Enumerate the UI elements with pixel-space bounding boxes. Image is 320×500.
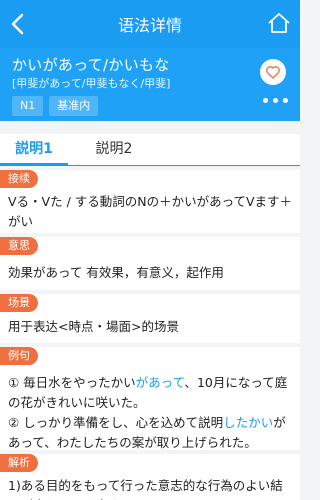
tab-explanation-2[interactable]: 説明2 [80,134,148,166]
examples-section: 例句 ① 毎日水をやったかいがあって、10月になって庭の花がきれいに咲いた。 ②… [0,347,300,450]
favorite-button[interactable] [260,59,286,85]
level-tag: N1 [12,96,44,116]
grammar-variants: [甲斐があって/甲斐もなく/甲斐] [12,77,171,90]
scene-label: 场景 [0,294,38,312]
scene-text: 用于表达<時点・場面>的场景 [8,319,179,334]
example-list: ① 毎日水をやったかいがあって、10月になって庭の花がきれいに咲いた。 ② しっ… [8,373,294,453]
example-sentence: ① 毎日水をやったかいがあって、10月になって庭の花がきれいに咲いた。 [8,375,288,410]
grammar-title: かいがあって/かいもな [12,56,170,74]
connection-section: 接续 Vる・Vた / する動詞のNの＋かいがあってVます＋がい [0,170,300,233]
tag-list: N1 基准内 [12,96,99,116]
meaning-label: 意思 [0,237,38,255]
grammar-header: かいがあって/かいもな [甲斐があって/甲斐もなく/甲斐] N1 基准内 [0,48,300,121]
heart-icon [266,66,280,79]
examples-label: 例句 [0,347,38,365]
home-icon[interactable] [266,10,292,36]
meaning-section: 意思 効果があって 有效果，有意义，起作用 [0,237,300,290]
tab-bar: 説明1 説明2 [0,134,300,166]
analysis-section: 解析 1)ある目的をもって行った意志的な行為のよい結果が出たことを表す。 [0,454,300,500]
top-bar: 语法详情 [0,0,300,48]
analysis-label: 解析 [0,454,38,472]
connection-text: Vる・Vた / する動詞のNの＋かいがあってVます＋がい [8,194,293,229]
connection-label: 接续 [0,170,38,188]
scene-section: 场景 用于表达<時点・場面>的场景 [0,294,300,343]
category-tag: 基准内 [49,96,99,116]
more-icon[interactable] [263,98,288,103]
example-sentence: ② しっかり準備をし、心を込めて説明したかいがあって、わたしたちの案が取り上げら… [8,415,286,450]
analysis-text: 1)ある目的をもって行った意志的な行為のよい結果が出たことを表す。 [8,478,283,500]
page-title: 语法详情 [117,16,182,35]
meaning-text: 効果があって 有效果，有意义，起作用 [8,265,224,280]
tab-explanation-1[interactable]: 説明1 [0,134,68,166]
